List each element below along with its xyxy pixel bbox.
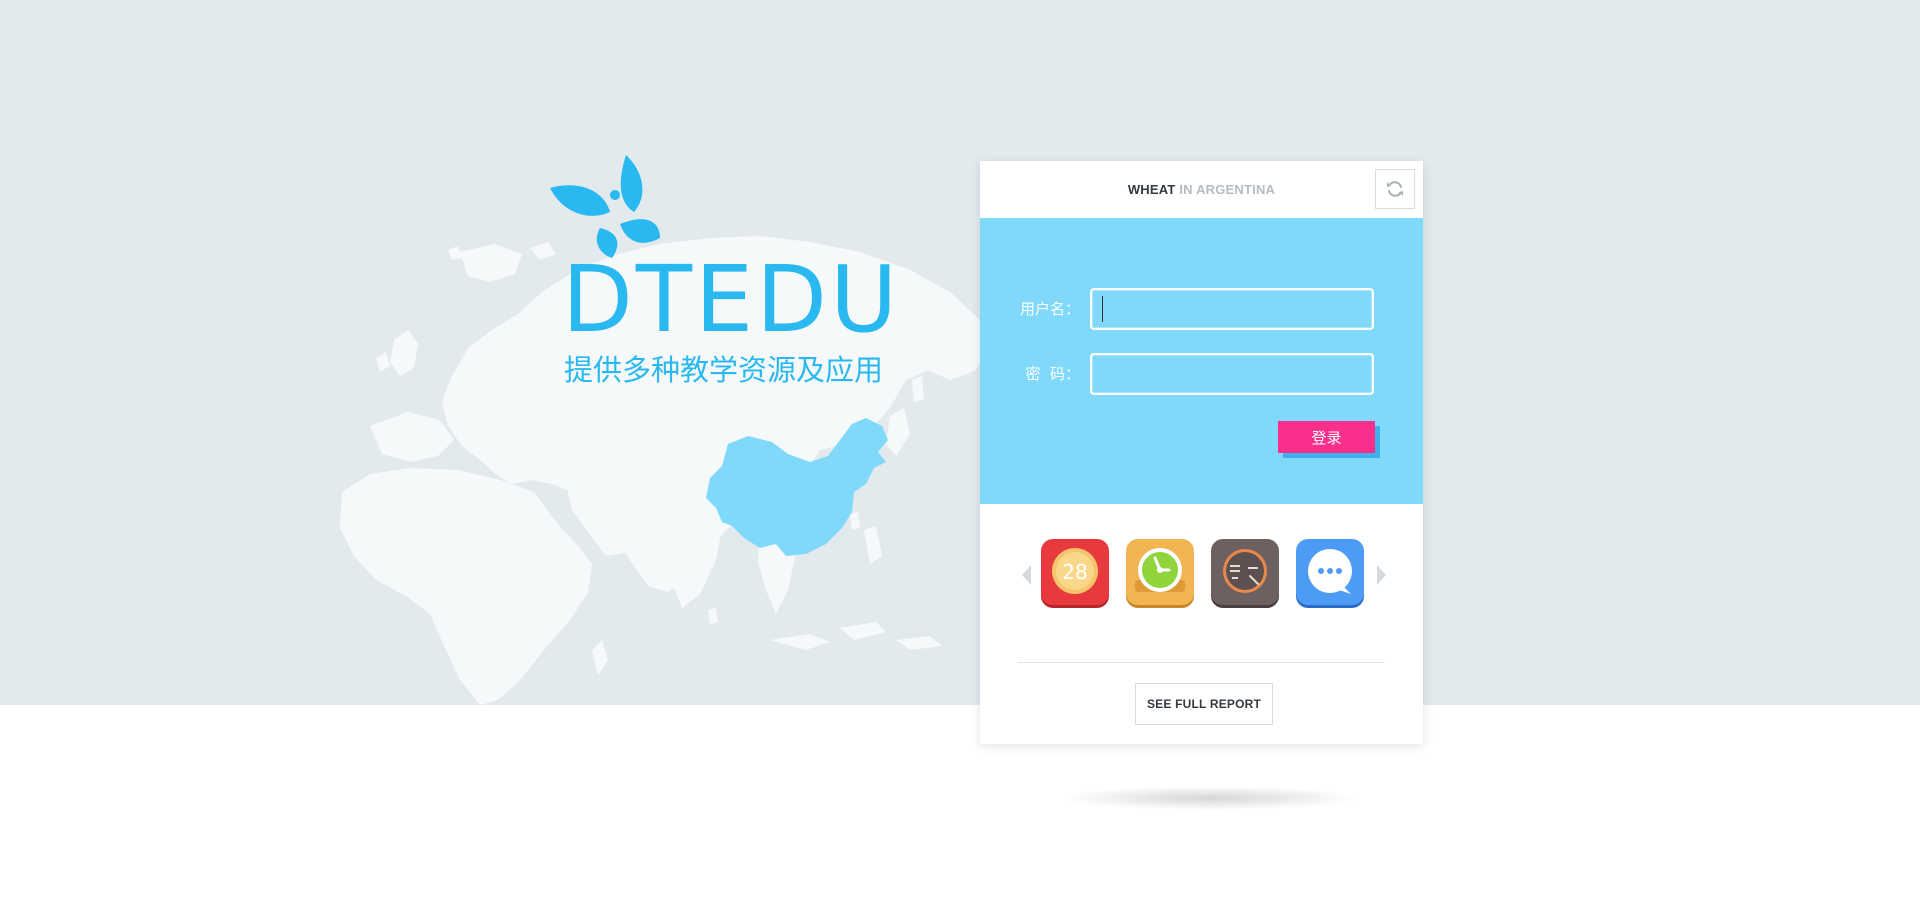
calculator-icon [1211,539,1279,608]
brand-logo-icon [550,155,660,258]
app-shortcuts: 28 [980,538,1423,618]
login-button[interactable]: 登录 [1278,421,1375,453]
username-label: 用户名： [1019,300,1080,318]
app-calendar[interactable]: 28 [1040,538,1110,610]
header-title-strong: WHEAT [1127,182,1176,197]
username-row: 用户名： [980,288,1423,330]
hero-background [0,0,1920,705]
login-form: 用户名： 密 码： 登录 [980,218,1423,504]
carousel-prev-arrow-icon[interactable] [1022,565,1031,585]
calendar-icon: 28 [1041,539,1109,608]
app-chat[interactable] [1295,538,1365,610]
password-input[interactable] [1090,353,1374,395]
login-panel: WHEAT IN ARGENTINA 用户名： 密 码： 登录 28 SEE F… [980,161,1423,744]
header-title-light: IN ARGENTINA [1179,182,1276,197]
brand-tagline: 提供多种教学资源及应用 [564,353,884,387]
divider [1018,662,1385,663]
carousel-next-arrow-icon[interactable] [1377,565,1386,585]
see-full-report-button[interactable]: SEE FULL REPORT [1135,683,1273,725]
svg-text:28: 28 [1062,560,1087,584]
app-clock[interactable] [1125,538,1195,610]
refresh-icon [1387,181,1403,197]
clock-icon [1126,539,1194,608]
app-calculator[interactable] [1210,538,1280,610]
panel-floor-shadow [1060,786,1360,810]
username-input[interactable] [1090,288,1374,330]
password-label: 密 码： [1025,365,1080,383]
text-caret [1102,296,1103,322]
password-row: 密 码： [980,353,1423,395]
brand-name: DTEDU [562,246,901,353]
chat-icon [1296,539,1364,608]
panel-header: WHEAT IN ARGENTINA [980,161,1423,218]
refresh-button[interactable] [1375,169,1415,209]
